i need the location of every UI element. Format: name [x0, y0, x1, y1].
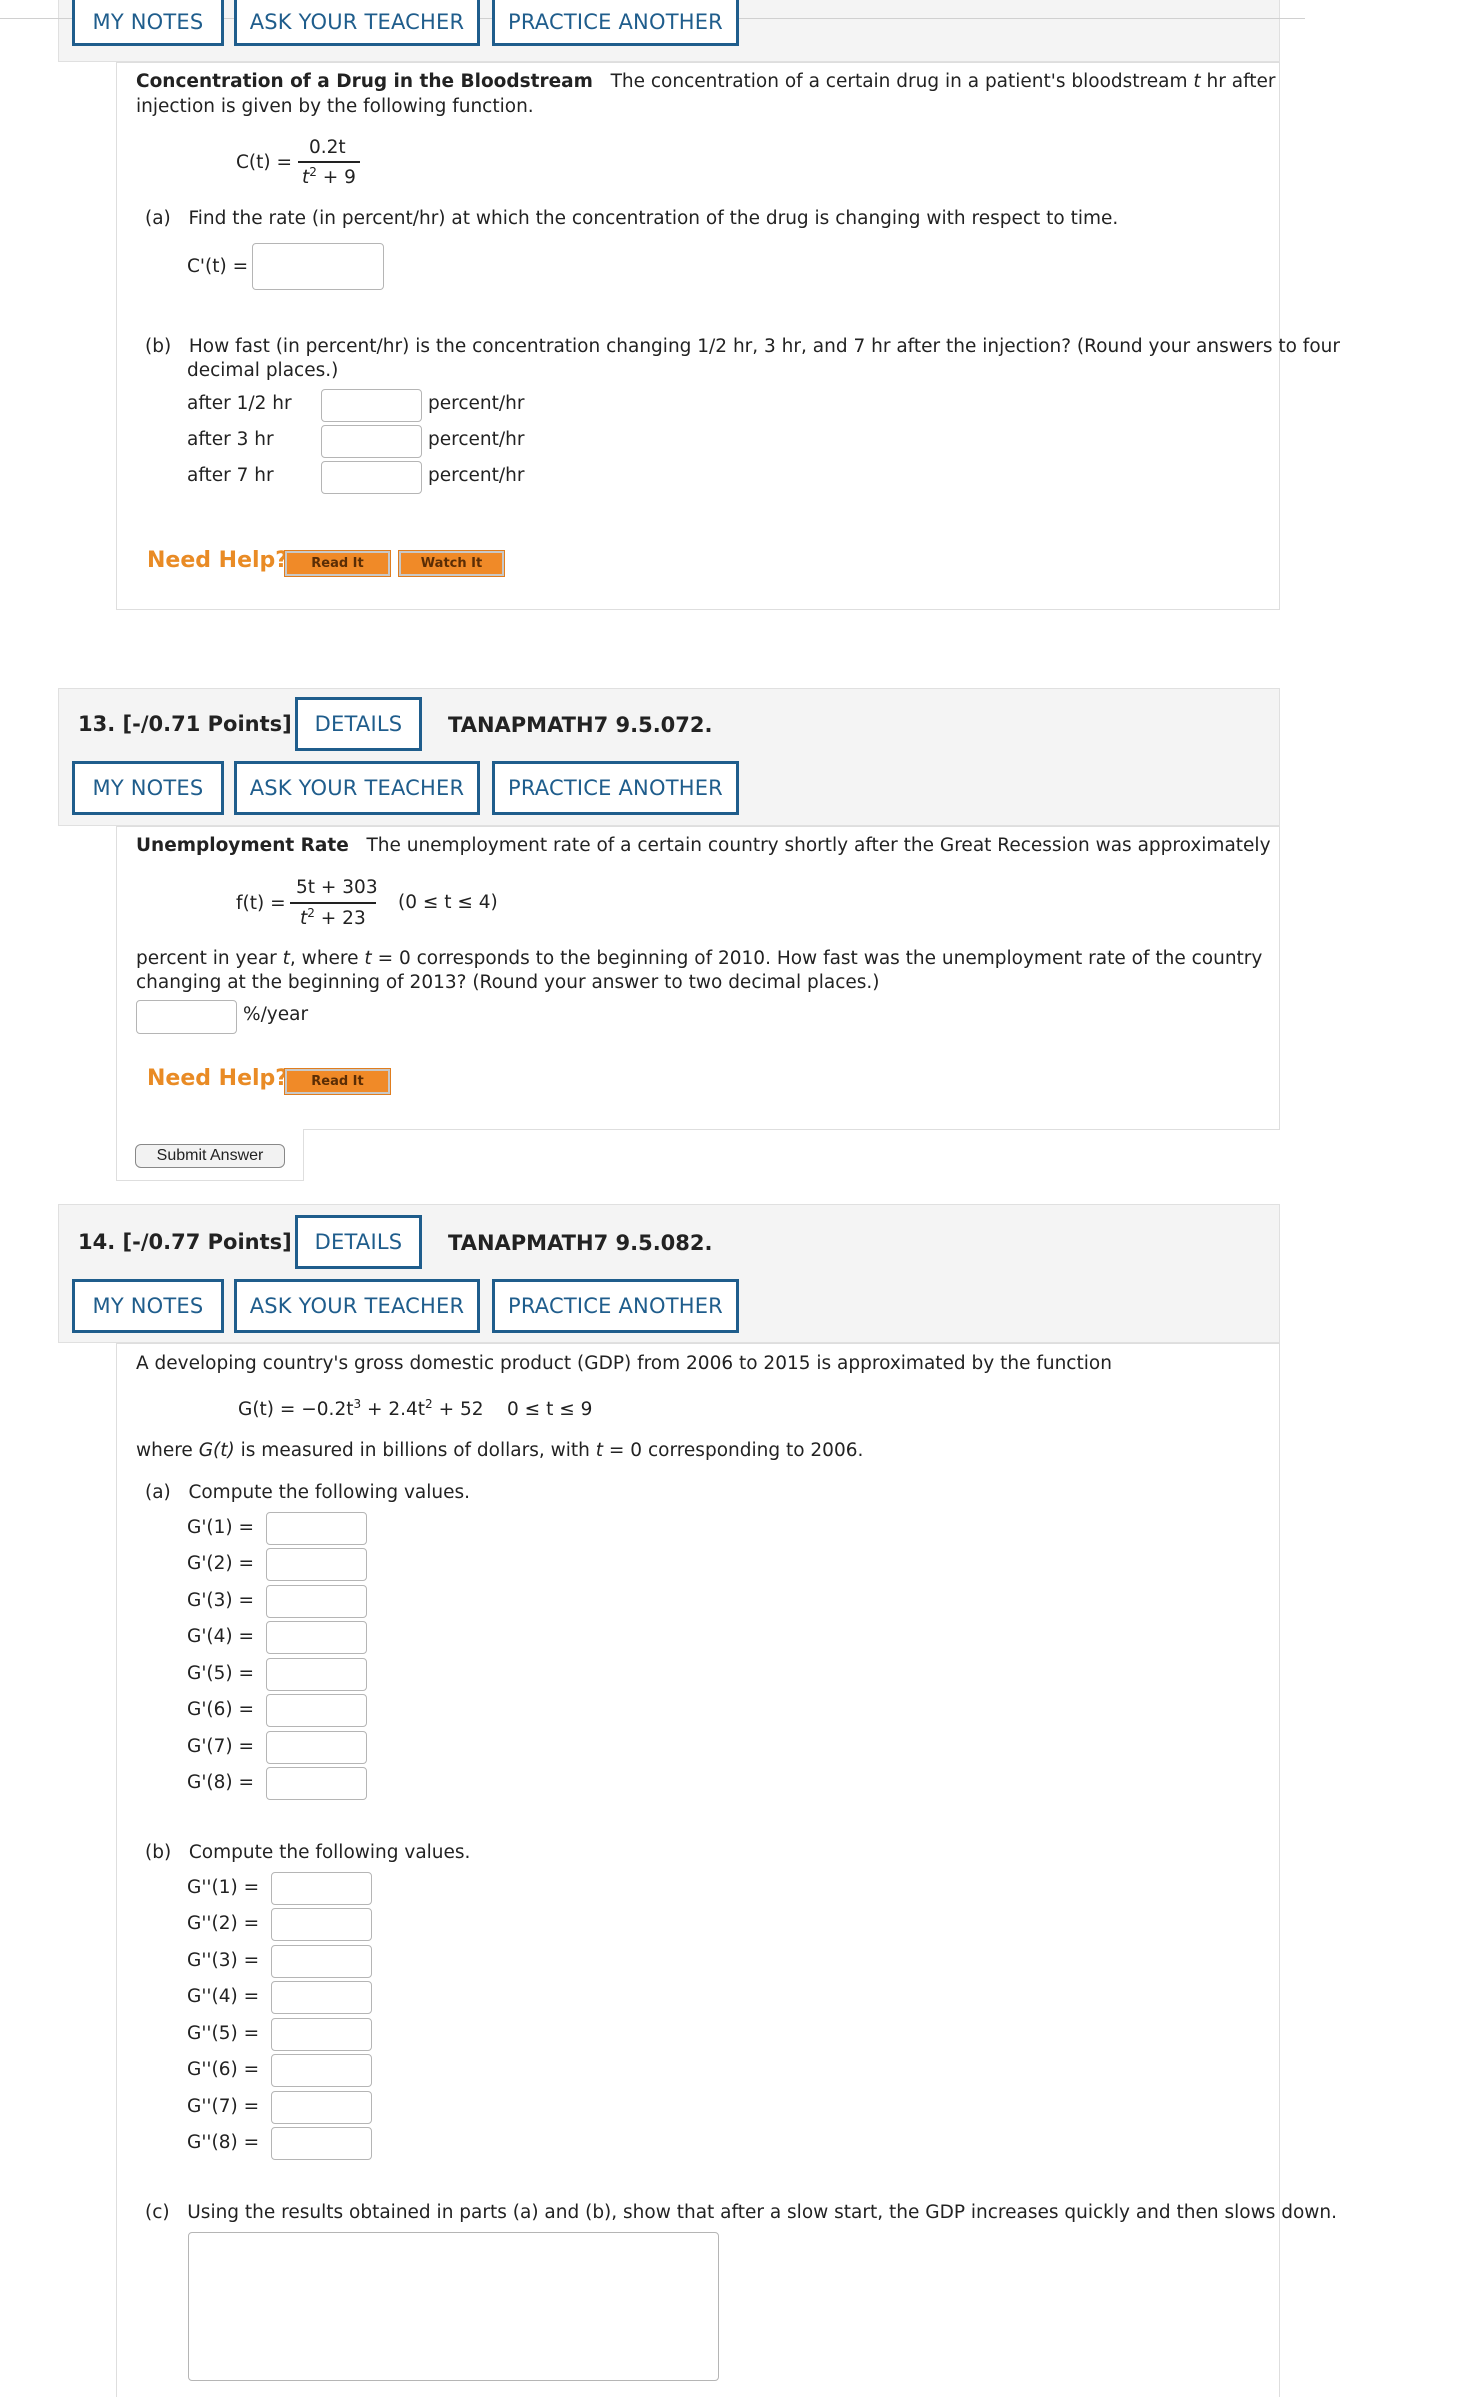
- q14-a-row-label: G'(7) =: [187, 1736, 255, 1757]
- q13-function-denominator: t2 + 23: [300, 906, 366, 929]
- q14-function: G(t) = −0.2t3 + 2.4t2 + 52 0 ≤ t ≤ 9: [238, 1397, 593, 1420]
- q12-function-numerator: 0.2t: [309, 137, 346, 158]
- q14-part-b: (b) Compute the following values.: [145, 1842, 471, 1863]
- q12-watch-it-button[interactable]: Watch It: [398, 550, 505, 577]
- q12-row-input[interactable]: [321, 425, 422, 458]
- q12-function-lhs: C(t) =: [236, 152, 292, 173]
- q12-intro-text: The concentration of a certain drug in a…: [610, 71, 1188, 92]
- q12-intro-line2: injection is given by the following func…: [136, 96, 534, 117]
- q14-b-row-input[interactable]: [271, 1908, 372, 1941]
- q12-derivative-input[interactable]: [252, 243, 384, 290]
- ask-teacher-button[interactable]: ASK YOUR TEACHER: [234, 0, 480, 46]
- q14-b-row-input[interactable]: [271, 2018, 372, 2051]
- q12-function-denominator: t2 + 9: [302, 165, 356, 188]
- q14-intro: A developing country's gross domestic pr…: [136, 1353, 1112, 1374]
- my-notes-button[interactable]: MY NOTES: [72, 0, 224, 46]
- q14-b-row-label: G''(8) =: [187, 2132, 260, 2153]
- q12-row-unit: percent/hr: [428, 393, 525, 414]
- q14-b-row-label: G''(5) =: [187, 2023, 260, 2044]
- q14-a-row-label: G'(8) =: [187, 1772, 255, 1793]
- q13-points: 13. [-/0.71 Points]: [78, 712, 292, 736]
- q14-a-row-label: G'(6) =: [187, 1699, 255, 1720]
- q12-row-input[interactable]: [321, 389, 422, 422]
- q14-b-row-input[interactable]: [271, 1872, 372, 1905]
- q12-part-b-line2: decimal places.): [187, 360, 339, 381]
- q14-a-row-input[interactable]: [266, 1731, 367, 1764]
- q14-a-row-input[interactable]: [266, 1585, 367, 1618]
- q14-part-c: (c) Using the results obtained in parts …: [145, 2202, 1338, 2223]
- q12-fraction-bar: [298, 161, 360, 163]
- q14-a-row-input[interactable]: [266, 1694, 367, 1727]
- q14-b-row-input[interactable]: [271, 2127, 372, 2160]
- q12-part-a-lhs: C'(t) =: [187, 256, 249, 277]
- q14-my-notes-button[interactable]: MY NOTES: [72, 1279, 224, 1333]
- q12-part-a: (a) Find the rate (in percent/hr) at whi…: [145, 208, 1119, 229]
- q14-a-row-label: G'(1) =: [187, 1517, 255, 1538]
- q14-a-row-input[interactable]: [266, 1658, 367, 1691]
- q13-domain: (0 ≤ t ≤ 4): [398, 892, 498, 913]
- q12-need-help: Need Help?: [147, 548, 289, 573]
- q14-b-row-input[interactable]: [271, 2054, 372, 2087]
- q12-intro-line1: Concentration of a Drug in the Bloodstre…: [136, 71, 1276, 92]
- q13-body-line1: percent in year t, where t = 0 correspon…: [136, 948, 1263, 969]
- q12-title: Concentration of a Drug in the Bloodstre…: [136, 71, 593, 92]
- q13-details-button[interactable]: DETAILS: [295, 697, 422, 751]
- q12-row-unit: percent/hr: [428, 429, 525, 450]
- q14-b-row-label: G''(2) =: [187, 1913, 260, 1934]
- q13-answer-unit: %/year: [243, 1004, 309, 1025]
- q13-answer-input[interactable]: [136, 1000, 237, 1034]
- q12-row-label: after 1/2 hr: [187, 393, 292, 414]
- q13-title: Unemployment Rate: [136, 835, 349, 856]
- q14-a-row-label: G'(3) =: [187, 1590, 255, 1611]
- q13-need-help: Need Help?: [147, 1066, 289, 1091]
- q12-part-b-line1: (b) How fast (in percent/hr) is the conc…: [145, 336, 1340, 357]
- q14-details-button[interactable]: DETAILS: [295, 1215, 422, 1269]
- q14-a-row-label: G'(5) =: [187, 1663, 255, 1684]
- q12-intro-var: t: [1193, 71, 1201, 92]
- q13-read-it-button[interactable]: Read It: [284, 1068, 391, 1095]
- q14-b-row-label: G''(1) =: [187, 1877, 260, 1898]
- q14-problem-code: TANAPMATH7 9.5.082.: [448, 1231, 713, 1255]
- q13-body-line2: changing at the beginning of 2013? (Roun…: [136, 972, 880, 993]
- q14-practice-another-button[interactable]: PRACTICE ANOTHER: [492, 1279, 739, 1333]
- q13-problem-code: TANAPMATH7 9.5.072.: [448, 713, 713, 737]
- q14-a-row-input[interactable]: [266, 1767, 367, 1800]
- q14-a-row-input[interactable]: [266, 1512, 367, 1545]
- q12-row-label: after 3 hr: [187, 429, 274, 450]
- q12-row-input[interactable]: [321, 461, 422, 494]
- q12-read-it-button[interactable]: Read It: [284, 550, 391, 577]
- q13-function-lhs: f(t) =: [236, 893, 286, 914]
- q13-submit-answer-button[interactable]: Submit Answer: [135, 1144, 285, 1168]
- q14-part-c-textarea[interactable]: [188, 2232, 719, 2381]
- q14-b-row-input[interactable]: [271, 2091, 372, 2124]
- q14-a-row-label: G'(2) =: [187, 1553, 255, 1574]
- q12-intro-text-end: hr after: [1206, 71, 1276, 92]
- q13-ask-teacher-button[interactable]: ASK YOUR TEACHER: [234, 761, 480, 815]
- q14-b-row-input[interactable]: [271, 1945, 372, 1978]
- q14-points: 14. [-/0.77 Points]: [78, 1230, 292, 1254]
- q13-my-notes-button[interactable]: MY NOTES: [72, 761, 224, 815]
- q13-practice-another-button[interactable]: PRACTICE ANOTHER: [492, 761, 739, 815]
- q14-a-row-input[interactable]: [266, 1548, 367, 1581]
- q13-intro: Unemployment Rate The unemployment rate …: [136, 835, 1271, 856]
- q14-part-a: (a) Compute the following values.: [145, 1482, 471, 1503]
- q13-fraction-bar: [290, 902, 376, 904]
- q12-row-label: after 7 hr: [187, 465, 274, 486]
- practice-another-button[interactable]: PRACTICE ANOTHER: [492, 0, 739, 46]
- q14-a-row-label: G'(4) =: [187, 1626, 255, 1647]
- q14-b-row-input[interactable]: [271, 1981, 372, 2014]
- q14-b-row-label: G''(7) =: [187, 2096, 260, 2117]
- q13-function-numerator: 5t + 303: [296, 877, 378, 898]
- q14-a-row-input[interactable]: [266, 1621, 367, 1654]
- q14-b-row-label: G''(4) =: [187, 1986, 260, 2007]
- q14-b-row-label: G''(6) =: [187, 2059, 260, 2080]
- q14-b-row-label: G''(3) =: [187, 1950, 260, 1971]
- q14-where-line: where G(t) is measured in billions of do…: [136, 1440, 864, 1461]
- q14-ask-teacher-button[interactable]: ASK YOUR TEACHER: [234, 1279, 480, 1333]
- q12-row-unit: percent/hr: [428, 465, 525, 486]
